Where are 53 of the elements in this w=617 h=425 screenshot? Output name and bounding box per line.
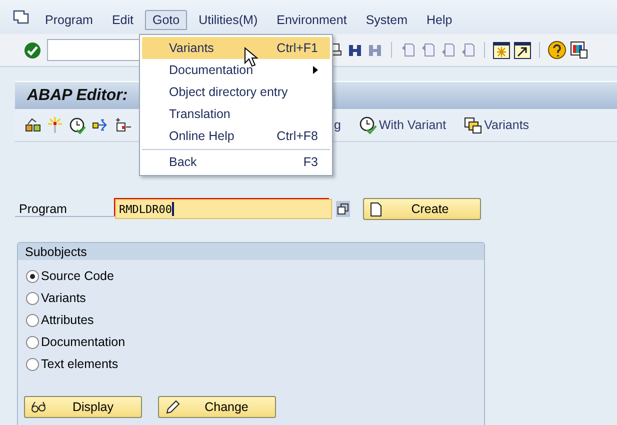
menu-item[interactable]: Documentation	[142, 59, 330, 81]
radio-label: Variants	[41, 291, 86, 305]
menu-item[interactable]: Back F3	[142, 149, 330, 173]
menu-item[interactable]: Program	[38, 10, 100, 30]
radio-label: Text elements	[41, 357, 118, 371]
menu-item[interactable]: Edit	[104, 10, 140, 30]
transport-icon[interactable]	[92, 117, 109, 133]
activate-icon[interactable]	[47, 117, 63, 133]
menu-item[interactable]: Translation	[142, 103, 330, 125]
radio-button[interactable]	[26, 292, 39, 304]
radio-button[interactable]	[26, 336, 39, 348]
radio-button[interactable]	[26, 358, 39, 370]
pencil-icon	[165, 400, 180, 414]
menu-item[interactable]: Goto	[145, 10, 187, 30]
radio-button[interactable]	[26, 270, 39, 282]
page-icon[interactable]	[420, 42, 436, 58]
page-icon[interactable]	[440, 42, 456, 58]
radio-label: Attributes	[41, 313, 94, 327]
radio-button[interactable]	[26, 314, 39, 326]
toolbar-button[interactable]: Variants	[464, 116, 530, 134]
menu-item[interactable]: Environment	[270, 10, 354, 30]
action-button[interactable]: Display	[24, 396, 142, 418]
action-button[interactable]: Change	[158, 396, 276, 418]
menu-item[interactable]: Help	[420, 10, 460, 30]
page-icon[interactable]	[460, 42, 476, 58]
screen-title: ABAP Editor:	[27, 86, 128, 104]
shortcut-icon[interactable]	[514, 42, 531, 58]
menu-item[interactable]: Variants Ctrl+F1	[142, 37, 330, 59]
new-window-icon[interactable]	[493, 42, 510, 58]
variants-icon	[464, 116, 482, 134]
menu-item[interactable]: Online Help Ctrl+F8	[142, 125, 330, 147]
menu-icon[interactable]	[13, 10, 29, 24]
clock-check-icon	[358, 116, 377, 134]
menu-item[interactable]: Object directory entry	[142, 81, 330, 103]
toolbar-label[interactable]: g	[334, 118, 341, 132]
group-title: Subobjects	[25, 244, 87, 258]
enter-icon[interactable]	[24, 42, 41, 58]
menu-item[interactable]: Utilities(M)	[192, 10, 265, 30]
program-field[interactable]: RMDLDR00	[115, 199, 332, 219]
help-icon[interactable]	[548, 41, 566, 59]
glasses-icon	[31, 401, 47, 413]
create-button[interactable]: Create	[363, 198, 481, 220]
page-icon[interactable]	[400, 42, 416, 58]
mouse-pointer-icon	[244, 47, 258, 67]
menu-item[interactable]: System	[358, 10, 414, 30]
submenu-arrow-icon	[313, 66, 318, 74]
toolbar-button[interactable]: With Variant	[358, 116, 446, 134]
radio-label: Source Code	[41, 269, 114, 283]
value-help-icon[interactable]	[336, 201, 350, 217]
clock-check-icon[interactable]	[69, 116, 86, 134]
blank-page-icon	[370, 202, 382, 216]
layout-icon[interactable]	[570, 41, 588, 59]
radio-label: Documentation	[41, 335, 126, 349]
